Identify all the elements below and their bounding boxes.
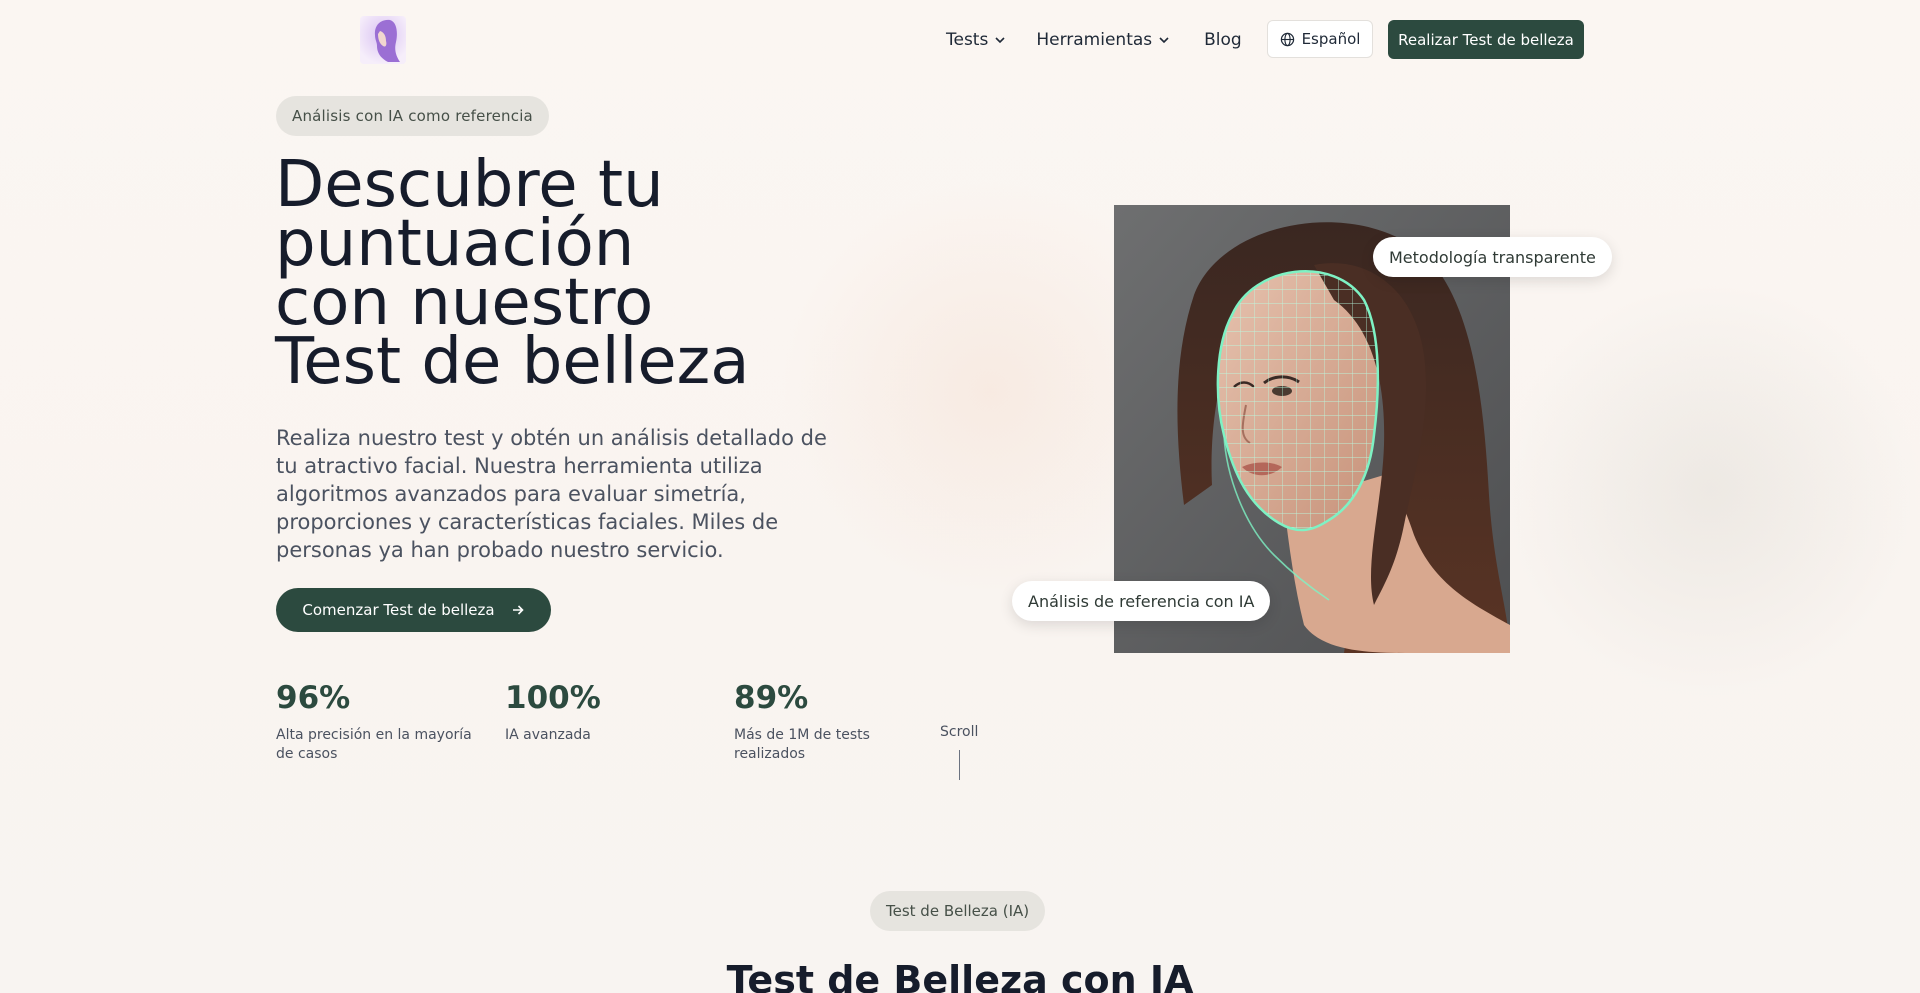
- tag-ai-analysis: Análisis de referencia con IA: [1012, 581, 1271, 621]
- arrow-right-icon: [512, 605, 524, 615]
- stat-value: 100%: [505, 680, 601, 716]
- header-cta-button[interactable]: Realizar Test de belleza: [1388, 20, 1584, 59]
- stat-tests: 89% Más de 1M de tests realizados: [734, 678, 894, 764]
- scroll-indicator[interactable]: Scroll: [940, 724, 978, 740]
- stat-ai: 100% IA avanzada: [505, 678, 710, 745]
- hero-title-line: Test de belleza: [275, 325, 750, 399]
- start-test-button[interactable]: Comenzar Test de belleza: [276, 588, 551, 632]
- nav-blog[interactable]: Blog: [1204, 30, 1242, 50]
- start-test-label: Comenzar Test de belleza: [302, 601, 495, 619]
- section-badge: Test de Belleza (IA): [870, 891, 1046, 931]
- hero-badge: Análisis con IA como referencia: [276, 96, 549, 136]
- section-title: Test de Belleza con IA: [726, 958, 1194, 993]
- chevron-down-icon: [1159, 37, 1169, 44]
- stat-value: 96%: [276, 680, 351, 716]
- stat-label: IA avanzada: [505, 727, 591, 743]
- language-selector[interactable]: Español: [1267, 20, 1373, 58]
- tag-methodology: Metodología transparente: [1373, 237, 1612, 277]
- nav-tests[interactable]: Tests: [946, 30, 1006, 50]
- globe-icon: [1280, 32, 1294, 46]
- scroll-line: [959, 750, 960, 780]
- chevron-down-icon: [995, 37, 1005, 44]
- woman-profile-logo-icon: [360, 16, 406, 64]
- language-label: Español: [1301, 30, 1361, 48]
- stat-label: Alta precisión en la mayoría de casos: [276, 727, 472, 762]
- hero-title: Descubre tu puntuación con nuestro Test …: [275, 153, 895, 399]
- nav-herramientas[interactable]: Herramientas: [1036, 30, 1170, 50]
- background-glow: [1500, 280, 1920, 700]
- stat-label: Más de 1M de tests realizados: [734, 727, 870, 762]
- main-nav: Tests Herramientas Blog: [946, 20, 1242, 60]
- stat-value: 89%: [734, 680, 809, 716]
- hero-description: Realiza nuestro test y obtén un análisis…: [276, 426, 827, 562]
- stat-precision: 96% Alta precisión en la mayoría de caso…: [276, 678, 481, 764]
- nav-tests-label: Tests: [946, 30, 989, 50]
- site-logo[interactable]: [360, 16, 406, 64]
- nav-blog-label: Blog: [1204, 30, 1242, 50]
- nav-herramientas-label: Herramientas: [1036, 30, 1153, 50]
